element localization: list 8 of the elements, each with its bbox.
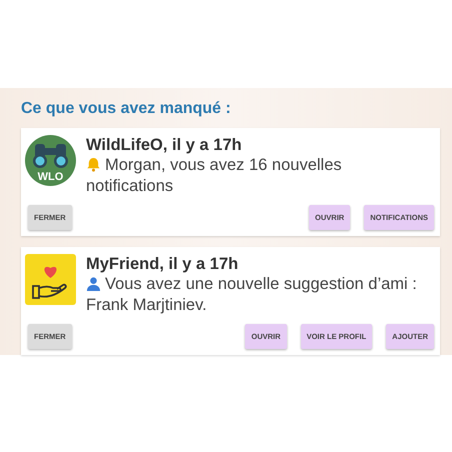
notification-title: WildLifeO, il y a 17h <box>86 135 243 155</box>
binoculars-logo: WLO <box>25 135 76 186</box>
bell-icon <box>86 157 101 172</box>
section-heading: Ce que vous avez manqué : <box>21 100 232 118</box>
person-icon <box>86 276 101 291</box>
notification-message: Morgan, vous avez 16 nouvelles notifications <box>86 155 343 197</box>
notification-title: MyFriend, il y a 17h <box>86 254 240 274</box>
notification-message: Vous avez une nouvelle suggestion d’ami : Frank Marjtiniev. <box>86 274 418 316</box>
